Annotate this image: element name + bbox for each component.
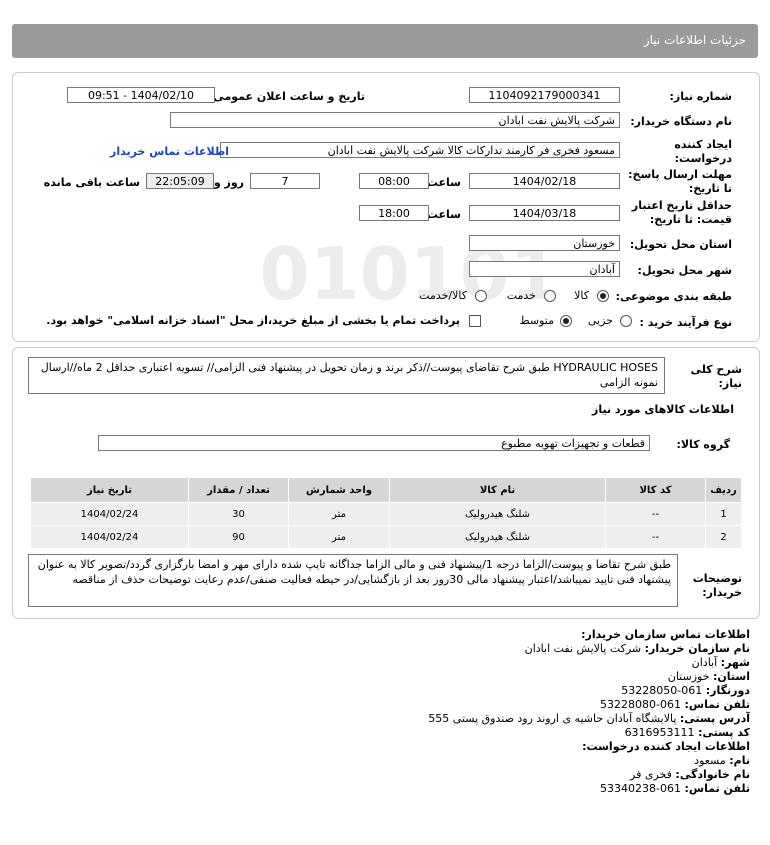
address-value: پالایشگاه آبادان حاشیه ی اروند رود صندوق… <box>428 712 677 725</box>
buyer-contact-section: اطلاعات تماس سازمان خریدار: نام سازمان خ… <box>30 628 750 796</box>
phone-value: 061-53228080 <box>600 698 682 711</box>
summary-label-2: نیاز: <box>718 377 742 390</box>
table-header-row: ردیف کد کالا نام کالا واحد شمارش تعداد /… <box>30 477 742 503</box>
process-radio-minor[interactable] <box>620 315 632 327</box>
postal-label: کد پستی: <box>698 726 750 739</box>
cell-qty: 30 <box>188 502 289 526</box>
validity-date-field: 1404/03/18 <box>469 205 620 221</box>
category-radio-goods-service[interactable] <box>475 290 487 302</box>
cell-code: -- <box>605 502 706 526</box>
buyer-notes-field: طبق شرح تقاضا و پیوست/الزاما درجه 1/پیشن… <box>28 554 678 607</box>
announce-datetime-field: 1404/02/10 - 09:51 <box>67 87 215 103</box>
reply-deadline-label-1: مهلت ارسال پاسخ: <box>628 168 732 181</box>
city-label-contact: شهر: <box>720 656 750 669</box>
col-qty: تعداد / مقدار <box>188 477 289 503</box>
province-value: خوزستان <box>667 670 710 683</box>
category-label: طبقه بندی موضوعی: <box>615 290 732 303</box>
requester-field: مسعود فخری فر کارمند تدارکات کالا شرکت پ… <box>220 142 620 158</box>
page-header: جزئیات اطلاعات نیاز <box>12 24 758 58</box>
category-radio-goods[interactable] <box>597 290 609 302</box>
col-name: نام کالا <box>389 477 606 503</box>
cell-date: 1404/02/24 <box>30 525 189 549</box>
city-value: آبادان <box>691 656 718 669</box>
requester-label-2: درخواست: <box>674 152 732 165</box>
goods-info-title: اطلاعات کالاهای مورد نیاز <box>592 403 734 416</box>
category-option-goods: کالا <box>574 289 589 302</box>
fax-value: 061-53228050 <box>621 684 703 697</box>
announce-label: تاریخ و ساعت اعلان عمومی: <box>208 90 365 103</box>
page-title: جزئیات اطلاعات نیاز <box>643 33 746 47</box>
buyer-notes-label-1: توضیحات <box>692 572 742 585</box>
cell-code: -- <box>605 525 706 549</box>
requester-label-1: ایجاد کننده <box>674 138 732 151</box>
buyer-org-field: شرکت پالایش نفت ابادان <box>170 112 620 128</box>
validity-time-field: 18:00 <box>359 205 429 221</box>
col-unit: واحد شمارش <box>288 477 390 503</box>
contact-title: اطلاعات تماس سازمان خریدار: <box>581 628 750 641</box>
need-number-label: شماره نیاز: <box>669 90 732 103</box>
process-option-medium: متوسط <box>519 314 554 327</box>
cell-row: 1 <box>705 502 742 526</box>
buyer-org-label: نام دستگاه خریدار: <box>630 115 732 128</box>
process-label: نوع فرآیند خرید : <box>639 316 732 329</box>
process-option-minor: جزیی <box>587 314 613 327</box>
treasury-text: پرداخت تمام یا بخشی از مبلغ خرید،از محل … <box>46 314 460 327</box>
goods-group-label: گروه کالا: <box>676 438 730 451</box>
reply-time-label: ساعت <box>426 176 461 189</box>
remaining-label: ساعت باقی مانده <box>43 176 140 189</box>
creator-phone-label: تلفن تماس: <box>684 782 750 795</box>
col-date: تاریخ نیاز <box>30 477 189 503</box>
phone-label: تلفن تماس: <box>684 698 750 711</box>
reply-time-field: 08:00 <box>359 173 429 189</box>
table-row: 2 -- شلنگ هیدرولیک متر 90 1404/02/24 <box>30 525 742 549</box>
cell-name: شلنگ هیدرولیک <box>389 502 606 526</box>
remaining-time-field: 22:05:09 <box>146 173 214 189</box>
summary-field: HYDRAULIC HOSES طبق شرح تقاضای پیوست//ذک… <box>28 357 665 394</box>
org-label: نام سازمان خریدار: <box>644 642 750 655</box>
family-label: نام خانوادگی: <box>675 768 750 781</box>
process-radio-medium[interactable] <box>560 315 572 327</box>
reply-deadline-label-2: تا تاریخ: <box>688 182 732 195</box>
reply-date-field: 1404/02/18 <box>469 173 620 189</box>
summary-label-1: شرح کلی <box>690 363 742 376</box>
col-code: کد کالا <box>605 477 706 503</box>
cell-date: 1404/02/24 <box>30 502 189 526</box>
city-label: شهر محل تحویل: <box>637 264 732 277</box>
province-field: خوزستان <box>469 235 620 251</box>
reply-days-field: 7 <box>250 173 320 189</box>
need-number-field: 1104092179000341 <box>469 87 620 103</box>
buyer-notes-label-2: خریدار: <box>702 586 742 599</box>
category-option-goods-service: کالا/خدمت <box>419 289 467 302</box>
creator-phone-value: 061-53340238 <box>600 782 682 795</box>
fax-label: دورنگار: <box>705 684 750 697</box>
category-option-service: خدمت <box>506 289 536 302</box>
goods-table: ردیف کد کالا نام کالا واحد شمارش تعداد /… <box>30 477 742 549</box>
validity-label-2: قیمت: تا تاریخ: <box>649 213 732 226</box>
validity-label-1: حداقل تاریخ اعتبار <box>631 199 732 212</box>
province-label: استان محل تحویل: <box>629 238 732 251</box>
reply-days-label: روز و <box>213 176 244 189</box>
buyer-contact-link[interactable]: اطلاعات تماس خریدار <box>110 145 229 158</box>
table-row: 1 -- شلنگ هیدرولیک متر 30 1404/02/24 <box>30 502 742 526</box>
cell-qty: 90 <box>188 525 289 549</box>
address-label: آدرس پستی: <box>679 712 750 725</box>
col-row: ردیف <box>705 477 742 503</box>
name-value: مسعود <box>694 754 726 767</box>
treasury-checkbox[interactable] <box>469 315 481 327</box>
city-field: آبادان <box>469 261 620 277</box>
family-value: فخری فر <box>630 768 672 781</box>
category-radio-service[interactable] <box>544 290 556 302</box>
goods-group-field: قطعات و تجهیزات تهویه مطبوع <box>98 435 650 451</box>
validity-time-label: ساعت <box>426 208 461 221</box>
province-label-contact: استان: <box>713 670 750 683</box>
name-label: نام: <box>729 754 750 767</box>
org-value: شرکت پالایش نفت ابادان <box>524 642 642 655</box>
cell-row: 2 <box>705 525 742 549</box>
cell-unit: متر <box>288 502 390 526</box>
creator-title: اطلاعات ایجاد کننده درخواست: <box>582 740 750 753</box>
postal-value: 6316953111 <box>624 726 695 739</box>
cell-name: شلنگ هیدرولیک <box>389 525 606 549</box>
cell-unit: متر <box>288 525 390 549</box>
